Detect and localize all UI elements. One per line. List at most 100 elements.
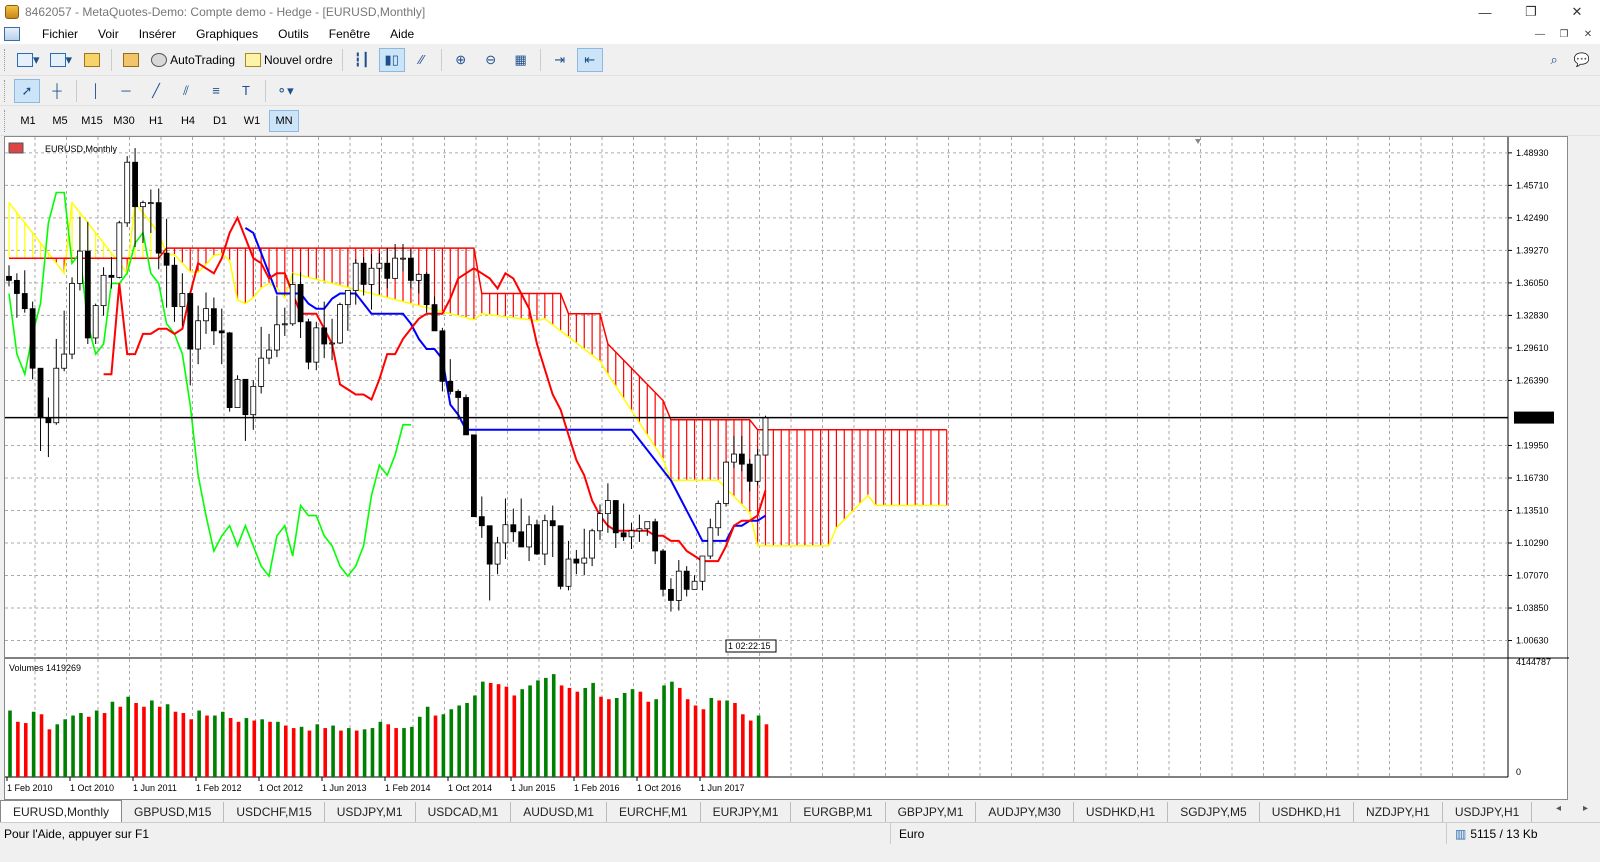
menu-fichier[interactable]: Fichier bbox=[32, 27, 88, 41]
close-button[interactable]: ✕ bbox=[1554, 0, 1600, 24]
tab-eurjpy-m1[interactable]: EURJPY,M1 bbox=[701, 802, 792, 822]
menu-aide[interactable]: Aide bbox=[380, 27, 424, 41]
tab-audjpy-m30[interactable]: AUDJPY,M30 bbox=[976, 802, 1074, 822]
volume-bar-up bbox=[662, 685, 666, 777]
timeframe-m5[interactable]: M5 bbox=[45, 110, 75, 132]
menu-graphiques[interactable]: Graphiques bbox=[186, 27, 268, 41]
autoscroll-button[interactable]: ⇥ bbox=[547, 48, 573, 72]
tab-usdchf-m15[interactable]: USDCHF,M15 bbox=[224, 802, 325, 822]
autotrading-icon bbox=[151, 52, 168, 67]
equidistant-channel-button[interactable]: ⫽ bbox=[173, 79, 199, 103]
line-chart-button[interactable]: ⁄⁄ bbox=[409, 48, 435, 72]
tab-usdjpy-m1[interactable]: USDJPY,M1 bbox=[325, 802, 416, 822]
tab-nzdjpy-h1[interactable]: NZDJPY,H1 bbox=[1354, 802, 1443, 822]
volume-bar-up bbox=[402, 728, 406, 777]
menu-bar: Fichier Voir Insérer Graphiques Outils F… bbox=[0, 24, 1600, 44]
new-chart-button[interactable]: ▾ bbox=[14, 48, 43, 72]
tab-usdjpy-h1[interactable]: USDJPY,H1 bbox=[1443, 802, 1533, 822]
minimize-button[interactable]: — bbox=[1462, 0, 1508, 24]
tab-eurusd-monthly[interactable]: EURUSD,Monthly bbox=[0, 800, 123, 822]
tab-usdhkd-h1-2[interactable]: USDHKD,H1 bbox=[1260, 802, 1355, 822]
tab-label: AUDJPY,M30 bbox=[988, 805, 1061, 819]
mdi-close-button[interactable]: ✕ bbox=[1576, 24, 1600, 44]
candle-bull bbox=[368, 267, 375, 285]
price-tick-label: 1.48930 bbox=[1516, 148, 1549, 158]
horizontal-line-button[interactable]: ─ bbox=[113, 79, 139, 103]
tab-scroll-left-icon[interactable]: ◂ bbox=[1556, 803, 1561, 814]
volume-bar-up bbox=[8, 710, 12, 777]
trendline-button[interactable]: ╱ bbox=[143, 79, 169, 103]
chart-canvas[interactable]: 1.48930 1.45710 1.42490 1.39270 1.36050 1.328… bbox=[5, 137, 1569, 801]
zoom-out-button[interactable]: ⊖ bbox=[478, 48, 504, 72]
menu-outils[interactable]: Outils bbox=[268, 27, 319, 41]
text-tool-button[interactable]: T bbox=[233, 79, 259, 103]
candle-bull bbox=[754, 454, 761, 482]
chart-shift-button[interactable]: ⇤ bbox=[576, 47, 603, 72]
search-icon[interactable]: ⌕ bbox=[1551, 52, 1558, 68]
volume-bar-down bbox=[559, 685, 564, 777]
maximize-button[interactable]: ❐ bbox=[1508, 0, 1554, 24]
tab-usdhkd-h1[interactable]: USDHKD,H1 bbox=[1074, 802, 1169, 822]
menu-fenetre[interactable]: Fenêtre bbox=[319, 27, 380, 41]
timeframe-h1[interactable]: H1 bbox=[141, 110, 171, 132]
bar-chart-button[interactable]: ┇┃ bbox=[349, 48, 375, 72]
toolbar-separator bbox=[341, 48, 343, 71]
candle-bull bbox=[179, 293, 186, 308]
tab-label: USDJPY,M1 bbox=[336, 805, 403, 819]
tab-label: NZDJPY,H1 bbox=[1366, 805, 1430, 819]
volume-bar-down bbox=[764, 724, 769, 777]
profiles-button[interactable]: ▾ bbox=[47, 48, 76, 72]
timeframe-d1[interactable]: D1 bbox=[205, 110, 235, 132]
volume-bar-down bbox=[599, 696, 603, 777]
volume-bar-up bbox=[220, 711, 225, 777]
volume-bar-up bbox=[583, 687, 588, 777]
status-traffic: ▥ 5115 / 13 Kb bbox=[1446, 823, 1538, 844]
current-price-label: 1.22710 bbox=[1516, 413, 1549, 423]
crosshair-tool-button[interactable]: ┼ bbox=[44, 79, 70, 103]
tile-windows-button[interactable]: ▦ bbox=[508, 48, 534, 72]
menu-voir[interactable]: Voir bbox=[88, 27, 129, 41]
vertical-line-button[interactable]: │ bbox=[83, 79, 109, 103]
date-tick-label: 1 Oct 2012 bbox=[259, 783, 303, 793]
timeframe-w1[interactable]: W1 bbox=[237, 110, 267, 132]
tab-scroll-right-icon[interactable]: ▸ bbox=[1583, 803, 1588, 814]
tab-gbpjpy-m1[interactable]: GBPJPY,M1 bbox=[886, 802, 977, 822]
volume-bar-down bbox=[23, 723, 28, 777]
chat-icon[interactable]: 💬 bbox=[1574, 52, 1590, 68]
tab-audusd-m1[interactable]: AUDUSD,M1 bbox=[511, 802, 607, 822]
tab-scroll-controls: ◂ ▸ bbox=[1556, 803, 1588, 814]
volume-bar-up bbox=[544, 677, 548, 777]
market-watch-button[interactable] bbox=[79, 48, 105, 72]
timeframe-m30[interactable]: M30 bbox=[109, 110, 139, 132]
cursor-tool-button[interactable]: ➚ bbox=[14, 78, 40, 103]
timeframe-mn[interactable]: MN bbox=[269, 109, 299, 132]
timeframe-m1[interactable]: M1 bbox=[13, 110, 43, 132]
toolbar-separator bbox=[265, 79, 266, 102]
metaeditor-button[interactable] bbox=[118, 48, 144, 72]
new-order-button[interactable]: Nouvel ordre bbox=[242, 48, 336, 72]
volume-bar-up bbox=[591, 682, 595, 777]
tab-gbpusd-m15[interactable]: GBPUSD,M15 bbox=[122, 802, 225, 822]
zoom-in-button[interactable]: ⊕ bbox=[448, 48, 474, 72]
autotrading-button[interactable]: AutoTrading bbox=[148, 48, 238, 72]
tab-sgdjpy-m5[interactable]: SGDJPY,M5 bbox=[1168, 802, 1260, 822]
mdi-window-icon[interactable] bbox=[4, 27, 20, 41]
tab-label: GBPJPY,M1 bbox=[897, 805, 964, 819]
mdi-restore-button[interactable]: ❐ bbox=[1552, 24, 1576, 44]
tab-usdcad-m1[interactable]: USDCAD,M1 bbox=[416, 802, 512, 822]
mdi-minimize-button[interactable]: — bbox=[1528, 24, 1552, 44]
price-tick-label: 1.13510 bbox=[1516, 505, 1549, 515]
chart-window[interactable]: 1.48930 1.45710 1.42490 1.39270 1.36050 1.328… bbox=[4, 136, 1569, 801]
timeframe-m15[interactable]: M15 bbox=[77, 110, 107, 132]
candlestick-button[interactable]: ▮▯ bbox=[378, 47, 405, 72]
shapes-dropdown-button[interactable]: ⚬▾ bbox=[272, 79, 298, 103]
fibonacci-button[interactable]: ≡ bbox=[203, 79, 229, 103]
candle-bull bbox=[604, 500, 611, 515]
volume-bar-up bbox=[520, 689, 524, 777]
title-bar: 8462057 - MetaQuotes-Demo: Compte demo -… bbox=[0, 0, 1600, 24]
volume-bar-down bbox=[118, 706, 123, 777]
timeframe-h4[interactable]: H4 bbox=[173, 110, 203, 132]
tab-eurchf-m1[interactable]: EURCHF,M1 bbox=[607, 802, 701, 822]
menu-inserer[interactable]: Insérer bbox=[129, 27, 186, 41]
tab-eurgbp-m1[interactable]: EURGBP,M1 bbox=[791, 802, 886, 822]
